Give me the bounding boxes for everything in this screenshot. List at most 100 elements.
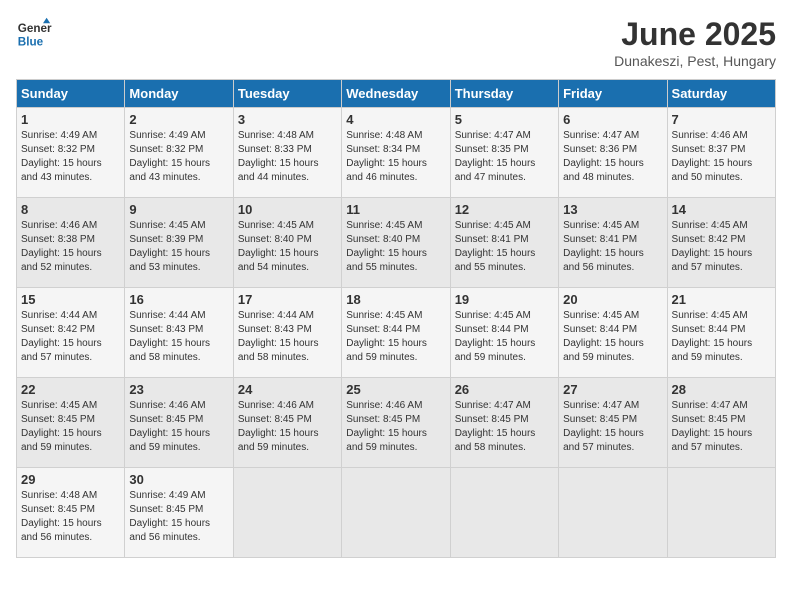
cell-info: Sunrise: 4:45 AMSunset: 8:41 PMDaylight:…: [455, 219, 554, 275]
cell-w1-thu: 5 Sunrise: 4:47 AMSunset: 8:35 PMDayligh…: [450, 108, 558, 198]
cell-info: Sunrise: 4:45 AMSunset: 8:44 PMDaylight:…: [672, 309, 771, 365]
day-number: 24: [238, 382, 337, 397]
cell-w3-fri: 20 Sunrise: 4:45 AMSunset: 8:44 PMDaylig…: [559, 288, 667, 378]
cell-w5-thu-empty: [450, 468, 558, 558]
logo-icon: General Blue: [16, 16, 52, 52]
cell-info: Sunrise: 4:45 AMSunset: 8:45 PMDaylight:…: [21, 399, 120, 455]
col-thursday: Thursday: [450, 80, 558, 108]
calendar-table: Sunday Monday Tuesday Wednesday Thursday…: [16, 79, 776, 558]
cell-info: Sunrise: 4:45 AMSunset: 8:44 PMDaylight:…: [563, 309, 662, 365]
cell-w2-tue: 10 Sunrise: 4:45 AMSunset: 8:40 PMDaylig…: [233, 198, 341, 288]
day-number: 16: [129, 292, 228, 307]
cell-w2-thu: 12 Sunrise: 4:45 AMSunset: 8:41 PMDaylig…: [450, 198, 558, 288]
day-number: 6: [563, 112, 662, 127]
day-number: 2: [129, 112, 228, 127]
cell-w4-fri: 27 Sunrise: 4:47 AMSunset: 8:45 PMDaylig…: [559, 378, 667, 468]
cell-info: Sunrise: 4:45 AMSunset: 8:42 PMDaylight:…: [672, 219, 771, 275]
cell-w3-wed: 18 Sunrise: 4:45 AMSunset: 8:44 PMDaylig…: [342, 288, 450, 378]
day-number: 30: [129, 472, 228, 487]
cell-w4-thu: 26 Sunrise: 4:47 AMSunset: 8:45 PMDaylig…: [450, 378, 558, 468]
cell-info: Sunrise: 4:49 AMSunset: 8:32 PMDaylight:…: [21, 129, 120, 185]
week-row-5: 29 Sunrise: 4:48 AMSunset: 8:45 PMDaylig…: [17, 468, 776, 558]
day-number: 15: [21, 292, 120, 307]
day-number: 7: [672, 112, 771, 127]
cell-w5-sat-empty: [667, 468, 775, 558]
cell-info: Sunrise: 4:48 AMSunset: 8:34 PMDaylight:…: [346, 129, 445, 185]
day-number: 3: [238, 112, 337, 127]
cell-info: Sunrise: 4:48 AMSunset: 8:33 PMDaylight:…: [238, 129, 337, 185]
day-number: 21: [672, 292, 771, 307]
day-number: 12: [455, 202, 554, 217]
day-number: 20: [563, 292, 662, 307]
col-monday: Monday: [125, 80, 233, 108]
cell-info: Sunrise: 4:45 AMSunset: 8:40 PMDaylight:…: [346, 219, 445, 275]
cell-w4-mon: 23 Sunrise: 4:46 AMSunset: 8:45 PMDaylig…: [125, 378, 233, 468]
cell-info: Sunrise: 4:44 AMSunset: 8:43 PMDaylight:…: [129, 309, 228, 365]
col-wednesday: Wednesday: [342, 80, 450, 108]
week-row-1: 1 Sunrise: 4:49 AMSunset: 8:32 PMDayligh…: [17, 108, 776, 198]
cell-w3-thu: 19 Sunrise: 4:45 AMSunset: 8:44 PMDaylig…: [450, 288, 558, 378]
cell-w5-sun: 29 Sunrise: 4:48 AMSunset: 8:45 PMDaylig…: [17, 468, 125, 558]
cell-info: Sunrise: 4:47 AMSunset: 8:45 PMDaylight:…: [455, 399, 554, 455]
cell-info: Sunrise: 4:46 AMSunset: 8:45 PMDaylight:…: [238, 399, 337, 455]
logo: General Blue: [16, 16, 52, 52]
cell-w2-mon: 9 Sunrise: 4:45 AMSunset: 8:39 PMDayligh…: [125, 198, 233, 288]
svg-text:Blue: Blue: [18, 36, 44, 49]
cell-w1-mon: 2 Sunrise: 4:49 AMSunset: 8:32 PMDayligh…: [125, 108, 233, 198]
day-number: 22: [21, 382, 120, 397]
cell-w3-sun: 15 Sunrise: 4:44 AMSunset: 8:42 PMDaylig…: [17, 288, 125, 378]
day-number: 25: [346, 382, 445, 397]
month-title: June 2025: [614, 16, 776, 53]
svg-text:General: General: [18, 22, 52, 35]
col-sunday: Sunday: [17, 80, 125, 108]
cell-info: Sunrise: 4:45 AMSunset: 8:39 PMDaylight:…: [129, 219, 228, 275]
cell-w1-sun: 1 Sunrise: 4:49 AMSunset: 8:32 PMDayligh…: [17, 108, 125, 198]
cell-info: Sunrise: 4:44 AMSunset: 8:42 PMDaylight:…: [21, 309, 120, 365]
cell-w2-sat: 14 Sunrise: 4:45 AMSunset: 8:42 PMDaylig…: [667, 198, 775, 288]
cell-info: Sunrise: 4:45 AMSunset: 8:44 PMDaylight:…: [455, 309, 554, 365]
cell-w2-sun: 8 Sunrise: 4:46 AMSunset: 8:38 PMDayligh…: [17, 198, 125, 288]
cell-info: Sunrise: 4:47 AMSunset: 8:45 PMDaylight:…: [563, 399, 662, 455]
col-friday: Friday: [559, 80, 667, 108]
cell-w5-tue-empty: [233, 468, 341, 558]
cell-info: Sunrise: 4:47 AMSunset: 8:45 PMDaylight:…: [672, 399, 771, 455]
cell-w4-tue: 24 Sunrise: 4:46 AMSunset: 8:45 PMDaylig…: [233, 378, 341, 468]
cell-w3-tue: 17 Sunrise: 4:44 AMSunset: 8:43 PMDaylig…: [233, 288, 341, 378]
cell-info: Sunrise: 4:46 AMSunset: 8:45 PMDaylight:…: [346, 399, 445, 455]
cell-info: Sunrise: 4:45 AMSunset: 8:40 PMDaylight:…: [238, 219, 337, 275]
cell-w2-wed: 11 Sunrise: 4:45 AMSunset: 8:40 PMDaylig…: [342, 198, 450, 288]
cell-info: Sunrise: 4:47 AMSunset: 8:36 PMDaylight:…: [563, 129, 662, 185]
page-header: General Blue June 2025 Dunakeszi, Pest, …: [16, 16, 776, 69]
day-number: 29: [21, 472, 120, 487]
day-number: 17: [238, 292, 337, 307]
cell-w5-mon: 30 Sunrise: 4:49 AMSunset: 8:45 PMDaylig…: [125, 468, 233, 558]
cell-w4-sat: 28 Sunrise: 4:47 AMSunset: 8:45 PMDaylig…: [667, 378, 775, 468]
week-row-2: 8 Sunrise: 4:46 AMSunset: 8:38 PMDayligh…: [17, 198, 776, 288]
day-number: 11: [346, 202, 445, 217]
cell-w4-wed: 25 Sunrise: 4:46 AMSunset: 8:45 PMDaylig…: [342, 378, 450, 468]
cell-info: Sunrise: 4:46 AMSunset: 8:37 PMDaylight:…: [672, 129, 771, 185]
day-number: 14: [672, 202, 771, 217]
cell-info: Sunrise: 4:49 AMSunset: 8:45 PMDaylight:…: [129, 489, 228, 545]
cell-info: Sunrise: 4:46 AMSunset: 8:45 PMDaylight:…: [129, 399, 228, 455]
cell-w1-wed: 4 Sunrise: 4:48 AMSunset: 8:34 PMDayligh…: [342, 108, 450, 198]
day-number: 28: [672, 382, 771, 397]
cell-w2-fri: 13 Sunrise: 4:45 AMSunset: 8:41 PMDaylig…: [559, 198, 667, 288]
day-number: 4: [346, 112, 445, 127]
day-number: 23: [129, 382, 228, 397]
cell-info: Sunrise: 4:48 AMSunset: 8:45 PMDaylight:…: [21, 489, 120, 545]
day-number: 19: [455, 292, 554, 307]
day-number: 13: [563, 202, 662, 217]
cell-info: Sunrise: 4:45 AMSunset: 8:41 PMDaylight:…: [563, 219, 662, 275]
day-number: 10: [238, 202, 337, 217]
cell-w5-wed-empty: [342, 468, 450, 558]
day-number: 18: [346, 292, 445, 307]
cell-w1-fri: 6 Sunrise: 4:47 AMSunset: 8:36 PMDayligh…: [559, 108, 667, 198]
day-number: 9: [129, 202, 228, 217]
cell-w5-fri-empty: [559, 468, 667, 558]
title-area: June 2025 Dunakeszi, Pest, Hungary: [614, 16, 776, 69]
col-saturday: Saturday: [667, 80, 775, 108]
day-number: 1: [21, 112, 120, 127]
cell-info: Sunrise: 4:44 AMSunset: 8:43 PMDaylight:…: [238, 309, 337, 365]
cell-info: Sunrise: 4:45 AMSunset: 8:44 PMDaylight:…: [346, 309, 445, 365]
